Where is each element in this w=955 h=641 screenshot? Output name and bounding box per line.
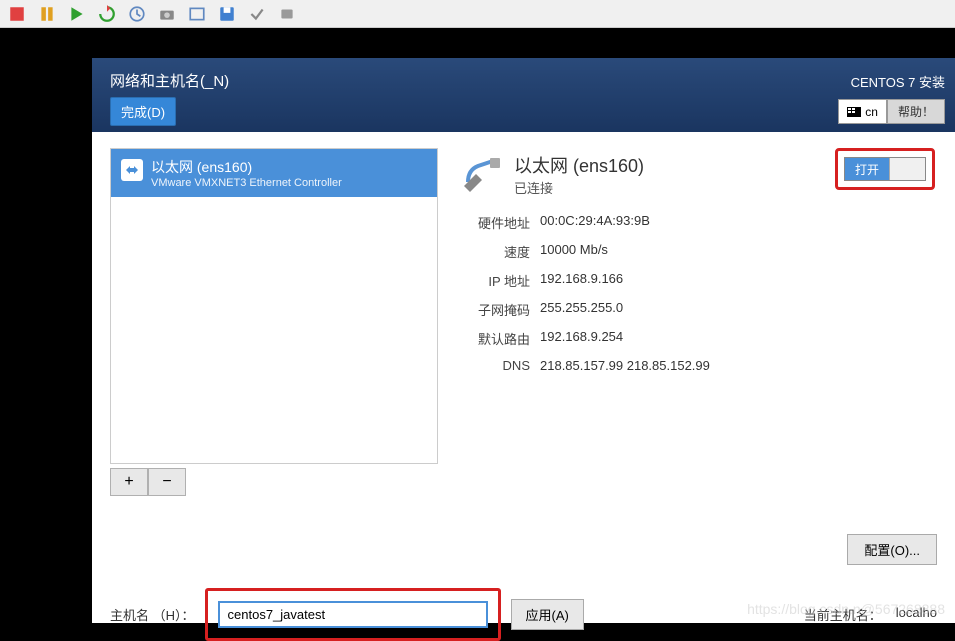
prop-row: 速度 10000 Mb/s [462, 242, 927, 261]
ethernet-icon [121, 159, 143, 181]
watermark: https://blog.csdn.n@567268888 [747, 601, 945, 617]
install-title: CENTOS 7 安装 [838, 72, 945, 91]
prop-label: 子网掩码 [462, 300, 530, 319]
vm-toolbar [0, 0, 955, 28]
network-item-info: 以太网 (ens160) VMware VMXNET3 Ethernet Con… [151, 157, 342, 189]
prop-label: IP 地址 [462, 271, 530, 290]
content: 以太网 (ens160) VMware VMXNET3 Ethernet Con… [92, 132, 955, 512]
network-panel: 以太网 (ens160) VMware VMXNET3 Ethernet Con… [110, 148, 438, 496]
prop-label: DNS [462, 358, 530, 373]
prop-value: 192.168.9.166 [540, 271, 623, 290]
prop-row: 子网掩码 255.255.255.0 [462, 300, 927, 319]
header: 网络和主机名(_N) 完成(D) CENTOS 7 安装 cn 帮助！ [92, 58, 955, 132]
detail-title: 以太网 (ens160) [514, 152, 644, 178]
done-button[interactable]: 完成(D) [110, 97, 176, 126]
prop-value: 10000 Mb/s [540, 242, 608, 261]
network-item-subtitle: VMware VMXNET3 Ethernet Controller [151, 177, 342, 189]
config-button-row: 配置(O)... [847, 534, 937, 565]
prop-value: 192.168.9.254 [540, 329, 623, 348]
hostname-highlight [205, 588, 501, 641]
stop-icon[interactable] [8, 5, 26, 23]
prop-row: IP 地址 192.168.9.166 [462, 271, 927, 290]
language-selector[interactable]: cn [838, 99, 887, 124]
clock-icon[interactable] [128, 5, 146, 23]
prop-label: 硬件地址 [462, 213, 530, 232]
pause-icon[interactable] [38, 5, 56, 23]
list-buttons: + − [110, 468, 438, 496]
language-code: cn [865, 105, 878, 119]
hostname-label: 主机名 （H）： [110, 605, 195, 624]
prop-row: DNS 218.85.157.99 218.85.152.99 [462, 358, 927, 373]
prop-label: 默认路由 [462, 329, 530, 348]
prop-label: 速度 [462, 242, 530, 261]
toggle-handle [889, 158, 925, 180]
black-strip [0, 28, 955, 58]
check-icon[interactable] [248, 5, 266, 23]
prop-row: 硬件地址 00:0C:29:4A:93:9B [462, 213, 927, 232]
camera-icon[interactable] [158, 5, 176, 23]
fit-icon[interactable] [188, 5, 206, 23]
network-item[interactable]: 以太网 (ens160) VMware VMXNET3 Ethernet Con… [111, 149, 437, 197]
header-right: CENTOS 7 安装 cn 帮助！ [838, 72, 945, 124]
network-list[interactable]: 以太网 (ens160) VMware VMXNET3 Ethernet Con… [110, 148, 438, 464]
configure-button[interactable]: 配置(O)... [847, 534, 937, 565]
installer-window: 网络和主机名(_N) 完成(D) CENTOS 7 安装 cn 帮助！ [92, 58, 955, 623]
detail-header: 以太网 (ens160) 已连接 打开 [462, 152, 927, 197]
toggle-on-label: 打开 [845, 158, 889, 180]
page-title: 网络和主机名(_N) [110, 70, 937, 91]
prop-value: 00:0C:29:4A:93:9B [540, 213, 650, 232]
prop-row: 默认路由 192.168.9.254 [462, 329, 927, 348]
connection-toggle[interactable]: 打开 [844, 157, 926, 181]
prop-value: 255.255.255.0 [540, 300, 623, 319]
detail-title-block: 以太网 (ens160) 已连接 [514, 152, 644, 197]
lang-help: cn 帮助！ [838, 99, 945, 124]
apply-button[interactable]: 应用(A) [511, 599, 584, 630]
ethernet-large-icon [462, 152, 504, 194]
help-button[interactable]: 帮助！ [887, 99, 945, 124]
toggle-highlight: 打开 [835, 148, 935, 190]
dev-icon[interactable] [278, 5, 296, 23]
remove-button[interactable]: − [148, 468, 186, 496]
diskette-icon[interactable] [218, 5, 236, 23]
hostname-input[interactable] [218, 601, 488, 628]
refresh-icon[interactable] [98, 5, 116, 23]
play-icon[interactable] [68, 5, 86, 23]
detail-status: 已连接 [514, 178, 644, 197]
prop-value: 218.85.157.99 218.85.152.99 [540, 358, 710, 373]
detail-panel: 以太网 (ens160) 已连接 打开 硬件地址 00:0C:29:4A:93:9… [452, 148, 937, 496]
network-properties: 硬件地址 00:0C:29:4A:93:9B 速度 10000 Mb/s IP 地址… [462, 213, 927, 373]
network-item-name: 以太网 (ens160) [151, 157, 342, 177]
add-button[interactable]: + [110, 468, 148, 496]
